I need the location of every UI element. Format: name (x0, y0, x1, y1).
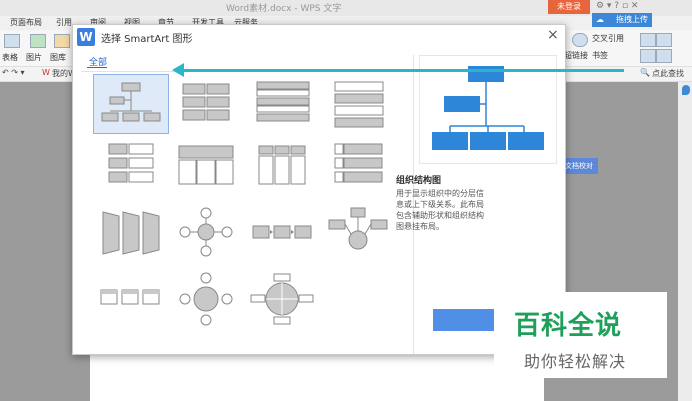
titlebar-controls[interactable]: ⚙ ▾ ? ▫ ✕ (596, 1, 638, 11)
smartart-horizontal-list[interactable] (93, 138, 167, 196)
ribbon-table-label[interactable]: 表格 (2, 52, 18, 63)
hyperlink-globe-icon[interactable] (572, 33, 588, 47)
wps-logo-icon: W (42, 68, 50, 77)
ribbon-crossref-label[interactable]: 交叉引用 (592, 33, 624, 44)
close-icon[interactable]: × (547, 27, 559, 43)
location-pin-icon[interactable] (682, 85, 690, 95)
annotation-arrow-head (172, 63, 184, 77)
smartart-grid-list[interactable] (169, 74, 243, 132)
smartart-basic-radial[interactable] (169, 270, 243, 328)
smartart-picture-list[interactable] (321, 138, 395, 196)
smartart-radial-cycle[interactable] (169, 204, 243, 262)
tab-references[interactable]: 引用 (56, 17, 72, 28)
cloud-upload-label: 拖拽上传 (616, 15, 648, 24)
annotation-arrow-line (176, 69, 624, 72)
watermark-subtitle: 助你轻松解决 (524, 352, 627, 371)
smartart-vertical-bullet-list[interactable] (245, 74, 319, 132)
app-window-title: Word素材.docx - WPS 文字 (226, 4, 342, 14)
smartart-table-list[interactable] (169, 138, 243, 196)
category-tab-underline (87, 67, 107, 68)
ribbon-gallery-label[interactable]: 图库 (50, 52, 66, 63)
selected-graphic-description: 用于显示组织中的分层信息或上下级关系。此布局包含辅助形状和组织结构图悬挂布局。 (396, 189, 484, 231)
smartart-gallery (81, 71, 409, 355)
layout-icon[interactable] (640, 33, 656, 47)
login-button[interactable]: 未登录 (548, 0, 590, 14)
layout-icon-3[interactable] (640, 49, 656, 63)
ribbon-bookmark-label[interactable]: 书签 (592, 50, 608, 61)
smartart-continuous-process[interactable] (93, 270, 167, 328)
watermark-title: 百科全说 (514, 311, 623, 341)
picture-icon[interactable] (30, 34, 46, 48)
dialog-title: 选择 SmartArt 图形 (101, 34, 193, 45)
tab-page-layout[interactable]: 页面布局 (10, 17, 42, 28)
smartart-funnel-process[interactable] (93, 204, 167, 262)
selected-graphic-name: 组织结构图 (396, 176, 442, 186)
ribbon-hyperlink-label[interactable]: 超链接 (564, 50, 588, 61)
smartart-converging-process[interactable] (321, 204, 395, 262)
table-icon[interactable] (4, 34, 20, 48)
smartart-stacked-list[interactable] (321, 74, 395, 132)
undo-icon[interactable]: ↶ ↷ ▾ (2, 68, 25, 77)
layout-icon-4[interactable] (656, 49, 672, 63)
ribbon-picture-label[interactable]: 图片 (26, 52, 42, 63)
smartart-org-chart[interactable] (93, 74, 169, 134)
search-icon[interactable]: 🔍 (640, 68, 650, 77)
smartart-basic-process[interactable] (245, 204, 319, 262)
gallery-icon[interactable] (54, 34, 70, 48)
cloud-upload-button[interactable]: ☁ 拖拽上传 (592, 13, 652, 27)
layout-icon-2[interactable] (656, 33, 672, 47)
find-label[interactable]: 点此查找 (652, 68, 684, 79)
side-panel (678, 82, 692, 401)
wps-w-icon: W (77, 28, 95, 46)
cloud-icon: ☁ (596, 15, 604, 24)
smartart-segmented-cycle[interactable] (245, 270, 319, 328)
smartart-column-list[interactable] (245, 138, 319, 196)
smartart-dialog: W 选择 SmartArt 图形 × 全部 组织结构图 用于显示组织中的分层信息… (72, 24, 566, 355)
